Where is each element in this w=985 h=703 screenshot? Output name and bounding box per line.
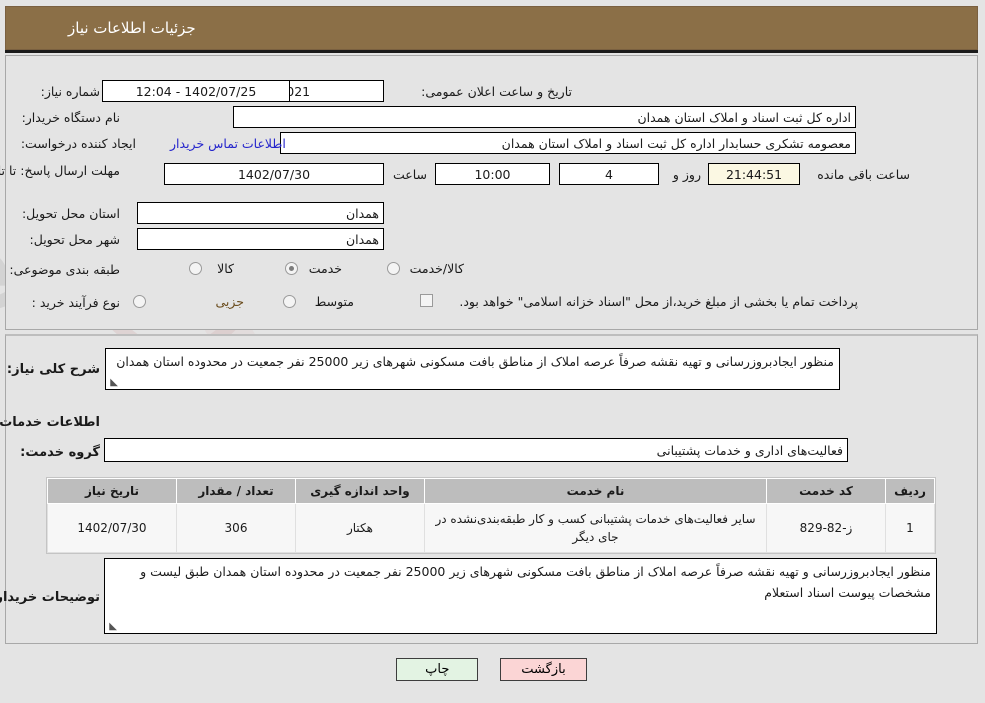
print-button[interactable]: چاپ — [397, 658, 480, 681]
remaining-label: ساعت باقی مانده — [818, 167, 911, 182]
cell-row-no: 1 — [886, 503, 936, 553]
announce-datetime-label: تاریخ و ساعت اعلان عمومی: — [422, 84, 573, 99]
requester-field[interactable]: معصومه تشکری حسابدار اداره کل ثبت اسناد … — [281, 132, 857, 154]
buyer-contact-link[interactable]: اطلاعات تماس خریدار — [171, 136, 287, 151]
service-group-field[interactable]: فعالیت‌های اداری و خدمات پشتیبانی — [105, 438, 849, 462]
delivery-city-label: شهر محل تحویل: — [30, 232, 121, 247]
col-row-no: ردیف — [886, 478, 936, 504]
col-service-name: نام خدمت — [425, 478, 768, 504]
back-button[interactable]: بازگشت — [501, 658, 588, 681]
page-title: جزئیات اطلاعات نیاز — [69, 19, 197, 37]
remaining-days-field[interactable]: 4 — [560, 163, 660, 185]
announce-datetime-field[interactable]: 1402/07/25 - 12:04 — [103, 80, 291, 102]
radio-category-khedmat[interactable] — [286, 262, 299, 275]
category-option-2-label: کالا/خدمت — [410, 261, 465, 276]
table-header-row: ردیف کد خدمت نام خدمت واحد اندازه گیری ت… — [48, 478, 936, 504]
process-option-1-label: متوسط — [315, 294, 355, 309]
services-table: ردیف کد خدمت نام خدمت واحد اندازه گیری ت… — [48, 478, 936, 553]
resize-handle-icon-2[interactable]: ◣ — [108, 622, 118, 632]
services-table-wrapper: ردیف کد خدمت نام خدمت واحد اندازه گیری ت… — [47, 477, 937, 554]
buyer-org-field[interactable]: اداره کل ثبت اسناد و املاک استان همدان — [234, 106, 857, 128]
delivery-city-field[interactable]: همدان — [138, 228, 385, 250]
need-summary-text: منظور ایجادبروزرسانی و تهیه نقشه صرفاً ع… — [117, 354, 835, 369]
col-service-code: کد خدمت — [767, 478, 887, 504]
radio-category-kala[interactable] — [190, 262, 203, 275]
delivery-province-label: استان محل تحویل: — [22, 206, 121, 221]
action-buttons: بازگشت چاپ — [0, 658, 985, 681]
process-option-0-label: جزیی — [216, 294, 245, 309]
buyer-org-label: نام دستگاه خریدار: — [22, 110, 121, 125]
resize-handle-icon[interactable]: ◣ — [109, 378, 119, 388]
cell-need-date: 1402/07/30 — [48, 503, 178, 553]
radio-process-jozei[interactable] — [134, 295, 147, 308]
category-option-0-label: کالا — [218, 261, 235, 276]
checkbox-treasury-payment[interactable] — [421, 294, 434, 307]
hour-label: ساعت — [393, 167, 428, 182]
need-summary-label: شرح کلی نیاز: — [7, 362, 101, 377]
cell-quantity: 306 — [177, 503, 297, 553]
radio-process-motavaset[interactable] — [284, 295, 297, 308]
service-group-label: گروه خدمت: — [21, 445, 101, 460]
buyer-notes-label: توضیحات خریدار: — [0, 590, 101, 605]
window-title-bar: جزئیات اطلاعات نیاز — [6, 6, 979, 50]
deadline-label: مهلت ارسال پاسخ: تا تاریخ: — [0, 163, 121, 178]
table-row: 1 ز-82-829 سایر فعالیت‌های خدمات پشتیبان… — [48, 503, 936, 553]
days-label: روز و — [673, 167, 702, 182]
requester-label: ایجاد کننده درخواست: — [21, 136, 137, 151]
header-divider — [6, 50, 979, 53]
col-need-date: تاریخ نیاز — [48, 478, 178, 504]
radio-category-kala-khedmat[interactable] — [388, 262, 401, 275]
delivery-province-field[interactable]: همدان — [138, 202, 385, 224]
category-option-1-label: خدمت — [309, 261, 343, 276]
need-number-label: شماره نیاز: — [41, 84, 101, 99]
remaining-time-field: 21:44:51 — [709, 163, 801, 185]
buyer-notes-text: منظور ایجادبروزرسانی و تهیه نقشه صرفاً ع… — [141, 564, 932, 600]
deadline-date-field[interactable]: 1402/07/30 — [165, 163, 385, 185]
buyer-notes-textarea[interactable]: منظور ایجادبروزرسانی و تهیه نقشه صرفاً ع… — [105, 558, 938, 634]
cell-unit: هکتار — [296, 503, 426, 553]
need-summary-textarea[interactable]: منظور ایجادبروزرسانی و تهیه نقشه صرفاً ع… — [106, 348, 841, 390]
services-heading: اطلاعات خدمات مورد نیاز — [0, 415, 101, 430]
category-label: طبقه بندی موضوعی: — [10, 262, 121, 277]
treasury-payment-label: پرداخت تمام یا بخشی از مبلغ خرید،از محل … — [460, 294, 859, 309]
cell-service-code: ز-82-829 — [767, 503, 887, 553]
deadline-time-field[interactable]: 10:00 — [436, 163, 551, 185]
cell-service-name: سایر فعالیت‌های خدمات پشتیبانی کسب و کار… — [425, 503, 768, 553]
col-unit: واحد اندازه گیری — [296, 478, 426, 504]
col-quantity: تعداد / مقدار — [177, 478, 297, 504]
process-type-label: نوع فرآیند خرید : — [32, 295, 121, 310]
